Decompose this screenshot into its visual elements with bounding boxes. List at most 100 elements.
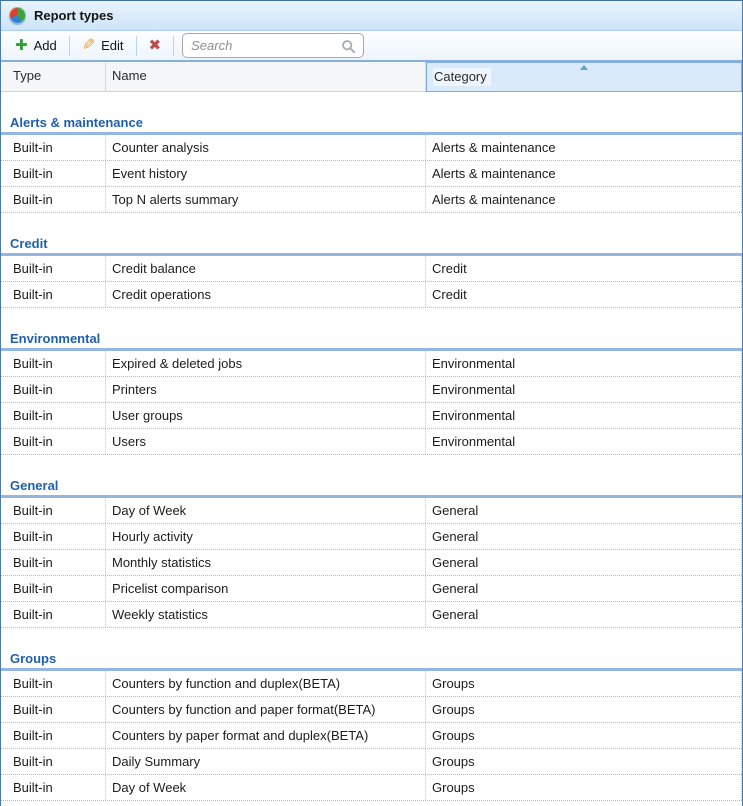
table-row[interactable]: Built-in Credit operations Credit bbox=[1, 282, 742, 308]
group-header[interactable]: Credit bbox=[1, 234, 742, 253]
cell-category: Groups bbox=[426, 671, 742, 696]
table-row[interactable]: Built-in Counters by function and duplex… bbox=[1, 671, 742, 697]
cell-category: Environmental bbox=[426, 403, 742, 428]
cell-category: Groups bbox=[426, 697, 742, 722]
edit-button[interactable]: ✎ Edit bbox=[74, 35, 132, 57]
group-header[interactable]: Groups bbox=[1, 649, 742, 668]
cell-type: Built-in bbox=[1, 351, 106, 376]
cell-name: Counters by paper format and duplex(BETA… bbox=[106, 723, 426, 748]
table-row[interactable]: Built-in Pricelist comparison General bbox=[1, 576, 742, 602]
group-rows: Built-in Counters by function and duplex… bbox=[1, 671, 742, 801]
cell-type: Built-in bbox=[1, 602, 106, 627]
add-button[interactable]: ✚ Add bbox=[7, 35, 65, 56]
cell-category: General bbox=[426, 524, 742, 549]
add-button-label: Add bbox=[34, 38, 57, 53]
toolbar-separator bbox=[173, 36, 174, 56]
table-row[interactable]: Built-in Daily Summary Groups bbox=[1, 749, 742, 775]
cell-type: Built-in bbox=[1, 550, 106, 575]
row-group: General Built-in Day of Week General Bui… bbox=[1, 455, 742, 628]
cell-name: Daily Summary bbox=[106, 749, 426, 774]
row-group: Environmental Built-in Expired & deleted… bbox=[1, 308, 742, 455]
group-rows: Built-in Credit balance Credit Built-in … bbox=[1, 256, 742, 308]
cell-category: Credit bbox=[426, 282, 742, 307]
delete-button[interactable]: ✖ bbox=[141, 35, 170, 56]
cell-type: Built-in bbox=[1, 377, 106, 402]
column-header-category[interactable]: Category bbox=[426, 62, 742, 92]
cell-category: General bbox=[426, 602, 742, 627]
cell-name: User groups bbox=[106, 403, 426, 428]
table-row[interactable]: Built-in Counter analysis Alerts & maint… bbox=[1, 135, 742, 161]
cell-category: General bbox=[426, 576, 742, 601]
group-rows: Built-in Counter analysis Alerts & maint… bbox=[1, 135, 742, 213]
table-row[interactable]: Built-in Counters by function and paper … bbox=[1, 697, 742, 723]
row-group: Credit Built-in Credit balance Credit Bu… bbox=[1, 213, 742, 308]
cell-category: Alerts & maintenance bbox=[426, 187, 742, 212]
column-header-name[interactable]: Name bbox=[106, 62, 426, 92]
cell-type: Built-in bbox=[1, 723, 106, 748]
toolbar-separator bbox=[136, 36, 137, 56]
table-row[interactable]: Built-in Monthly statistics General bbox=[1, 550, 742, 576]
cell-type: Built-in bbox=[1, 429, 106, 454]
table-row[interactable]: Built-in Counters by paper format and du… bbox=[1, 723, 742, 749]
edit-pencil-icon: ✎ bbox=[82, 38, 95, 54]
toolbar: ✚ Add ✎ Edit ✖ bbox=[1, 31, 742, 62]
search-input[interactable] bbox=[191, 35, 341, 56]
group-header[interactable]: General bbox=[1, 476, 742, 495]
cell-type: Built-in bbox=[1, 775, 106, 800]
cell-type: Built-in bbox=[1, 498, 106, 523]
column-header-type[interactable]: Type bbox=[1, 62, 106, 92]
column-header-row: Type Name Category bbox=[1, 62, 742, 92]
toolbar-separator bbox=[69, 36, 70, 56]
cell-category: General bbox=[426, 550, 742, 575]
cell-name: Event history bbox=[106, 161, 426, 186]
cell-name: Day of Week bbox=[106, 775, 426, 800]
cell-name: Credit operations bbox=[106, 282, 426, 307]
cell-name: Counters by function and paper format(BE… bbox=[106, 697, 426, 722]
table-row[interactable]: Built-in Day of Week General bbox=[1, 498, 742, 524]
table-row[interactable]: Built-in Day of Week Groups bbox=[1, 775, 742, 801]
cell-name: Top N alerts summary bbox=[106, 187, 426, 212]
grid-body: Alerts & maintenance Built-in Counter an… bbox=[1, 92, 742, 806]
cell-category: Alerts & maintenance bbox=[426, 161, 742, 186]
group-header[interactable]: Alerts & maintenance bbox=[1, 113, 742, 132]
row-group: Groups Built-in Counters by function and… bbox=[1, 628, 742, 801]
window-titlebar: Report types bbox=[1, 1, 742, 31]
table-row[interactable]: Built-in Event history Alerts & maintena… bbox=[1, 161, 742, 187]
table-row[interactable]: Built-in Users Environmental bbox=[1, 429, 742, 455]
add-plus-icon: ✚ bbox=[15, 38, 28, 53]
group-rows: Built-in Day of Week General Built-in Ho… bbox=[1, 498, 742, 628]
cell-type: Built-in bbox=[1, 576, 106, 601]
cell-type: Built-in bbox=[1, 187, 106, 212]
cell-category: Groups bbox=[426, 749, 742, 774]
cell-type: Built-in bbox=[1, 135, 106, 160]
table-row[interactable]: Built-in Top N alerts summary Alerts & m… bbox=[1, 187, 742, 213]
table-row[interactable]: Built-in Printers Environmental bbox=[1, 377, 742, 403]
cell-name: Counters by function and duplex(BETA) bbox=[106, 671, 426, 696]
table-row[interactable]: Built-in Credit balance Credit bbox=[1, 256, 742, 282]
pie-chart-icon bbox=[9, 7, 26, 24]
cell-name: Monthly statistics bbox=[106, 550, 426, 575]
cell-name: Counter analysis bbox=[106, 135, 426, 160]
table-row[interactable]: Built-in User groups Environmental bbox=[1, 403, 742, 429]
edit-button-label: Edit bbox=[101, 38, 123, 53]
cell-name: Hourly activity bbox=[106, 524, 426, 549]
group-header[interactable]: Environmental bbox=[1, 329, 742, 348]
table-row[interactable]: Built-in Weekly statistics General bbox=[1, 602, 742, 628]
cell-category: Environmental bbox=[426, 351, 742, 376]
sort-ascending-icon bbox=[580, 65, 588, 70]
cell-type: Built-in bbox=[1, 403, 106, 428]
search-box[interactable] bbox=[182, 33, 364, 58]
table-row[interactable]: Built-in Hourly activity General bbox=[1, 524, 742, 550]
group-rows: Built-in Expired & deleted jobs Environm… bbox=[1, 351, 742, 455]
table-row[interactable]: Built-in Expired & deleted jobs Environm… bbox=[1, 351, 742, 377]
row-group: Alerts & maintenance Built-in Counter an… bbox=[1, 92, 742, 213]
cell-type: Built-in bbox=[1, 671, 106, 696]
cell-name: Users bbox=[106, 429, 426, 454]
window-title: Report types bbox=[34, 8, 113, 23]
search-magnifier-icon[interactable] bbox=[341, 39, 356, 54]
cell-name: Weekly statistics bbox=[106, 602, 426, 627]
cell-name: Pricelist comparison bbox=[106, 576, 426, 601]
cell-type: Built-in bbox=[1, 524, 106, 549]
cell-name: Printers bbox=[106, 377, 426, 402]
delete-x-icon: ✖ bbox=[149, 38, 162, 53]
